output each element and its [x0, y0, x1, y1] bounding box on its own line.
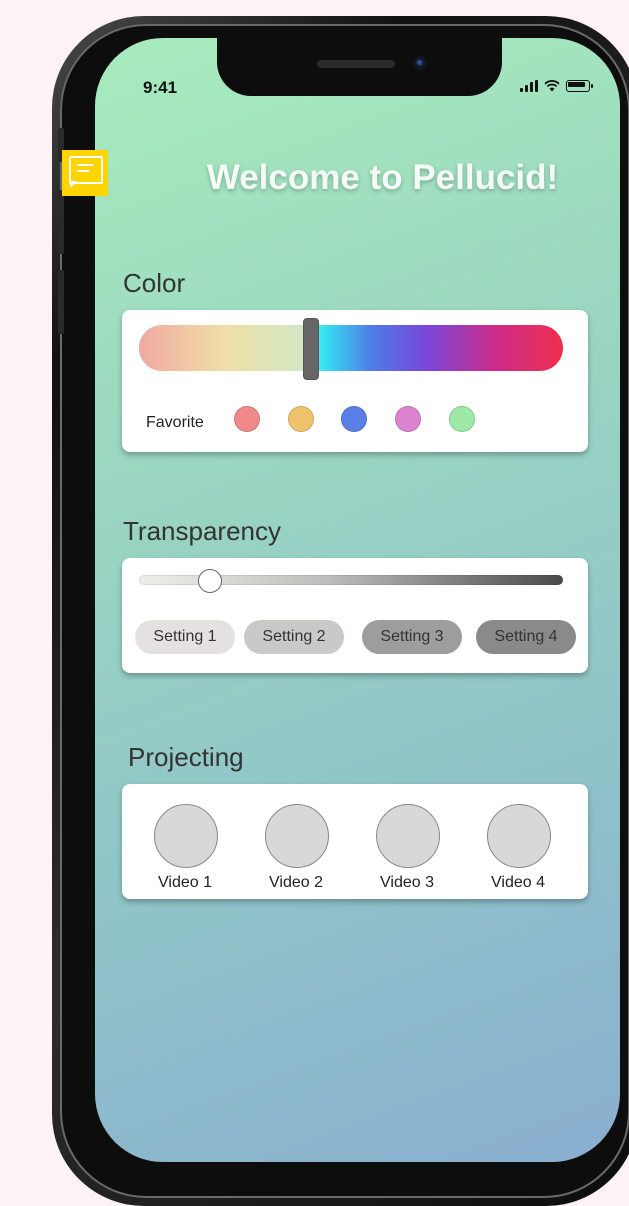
- video-4-label: Video 4: [491, 874, 545, 891]
- setting-4-button[interactable]: Setting 4: [476, 620, 576, 654]
- status-icons: [520, 80, 593, 92]
- video-3-label: Video 3: [380, 874, 434, 891]
- favorite-color-magenta[interactable]: [395, 406, 421, 432]
- setting-2-button[interactable]: Setting 2: [244, 620, 344, 654]
- color-card: Favorite: [122, 310, 588, 452]
- hue-slider-handle[interactable]: [303, 318, 319, 380]
- setting-1-button[interactable]: Setting 1: [135, 620, 235, 654]
- favorite-color-blue[interactable]: [341, 406, 367, 432]
- comment-bubble: [69, 156, 103, 184]
- phone-volume-down-button: [58, 270, 64, 334]
- page-title: Welcome to Pellucid!: [206, 158, 559, 197]
- comment-bubble-tail: [70, 181, 77, 188]
- phone-screen: 9:41 Welcome to Pellucid! Color Favorite…: [95, 38, 620, 1162]
- battery-icon: [566, 80, 593, 92]
- video-3-button[interactable]: [376, 804, 440, 868]
- video-1-label: Video 1: [158, 874, 212, 891]
- phone-volume-up-button: [58, 190, 64, 254]
- transparency-card: Setting 1 Setting 2 Setting 3 Setting 4: [122, 558, 588, 673]
- video-2-label: Video 2: [269, 874, 323, 891]
- video-1-button[interactable]: [154, 804, 218, 868]
- camera-icon: [413, 56, 427, 70]
- speaker-grille: [317, 60, 395, 68]
- favorite-color-red[interactable]: [234, 406, 260, 432]
- favorite-color-orange[interactable]: [288, 406, 314, 432]
- notch: [217, 38, 502, 96]
- video-4-button[interactable]: [487, 804, 551, 868]
- wifi-icon: [544, 80, 560, 92]
- favorite-label: Favorite: [146, 414, 204, 431]
- color-section-label: Color: [123, 268, 186, 298]
- favorite-color-green[interactable]: [449, 406, 475, 432]
- transparency-section-label: Transparency: [123, 516, 281, 546]
- projecting-card: Video 1 Video 2 Video 3 Video 4: [122, 784, 588, 899]
- hue-slider-muted-region: [139, 325, 312, 371]
- video-2-button[interactable]: [265, 804, 329, 868]
- status-time: 9:41: [143, 78, 178, 97]
- transparency-slider-knob[interactable]: [198, 569, 222, 593]
- signal-icon: [520, 80, 538, 92]
- setting-3-button[interactable]: Setting 3: [362, 620, 462, 654]
- comment-icon[interactable]: [62, 150, 108, 196]
- projecting-section-label: Projecting: [128, 742, 244, 772]
